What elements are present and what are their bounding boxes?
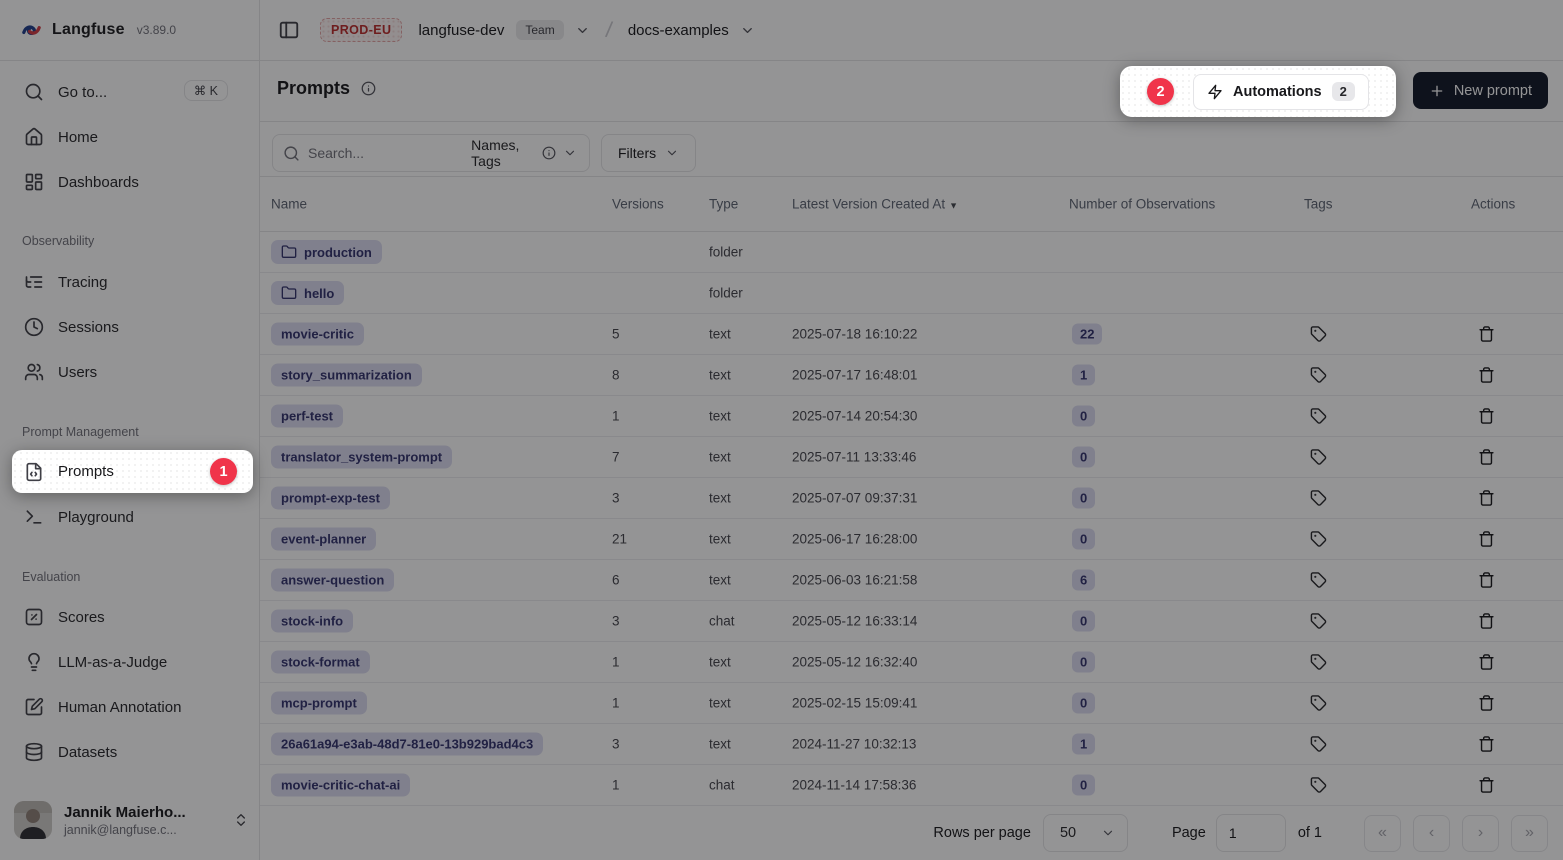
automations-spotlight: 2 Automations 2 [1120, 66, 1396, 117]
sidebar-item-prompts[interactable]: Prompts 1 [12, 450, 253, 493]
automations-button[interactable]: Automations 2 [1193, 74, 1369, 110]
app-window: Langfuse v3.89.0 Go to... ⌘ K Home Dashb… [0, 0, 1563, 860]
annotation-step-1-badge: 1 [210, 458, 237, 485]
tutorial-dim-overlay [0, 0, 1563, 860]
zap-icon [1207, 84, 1223, 100]
annotation-step-2-badge: 2 [1147, 78, 1174, 105]
automations-label: Automations [1233, 84, 1322, 100]
prompts-label: Prompts [58, 463, 114, 480]
automations-count-badge: 2 [1332, 82, 1355, 101]
file-code-icon [24, 462, 44, 482]
